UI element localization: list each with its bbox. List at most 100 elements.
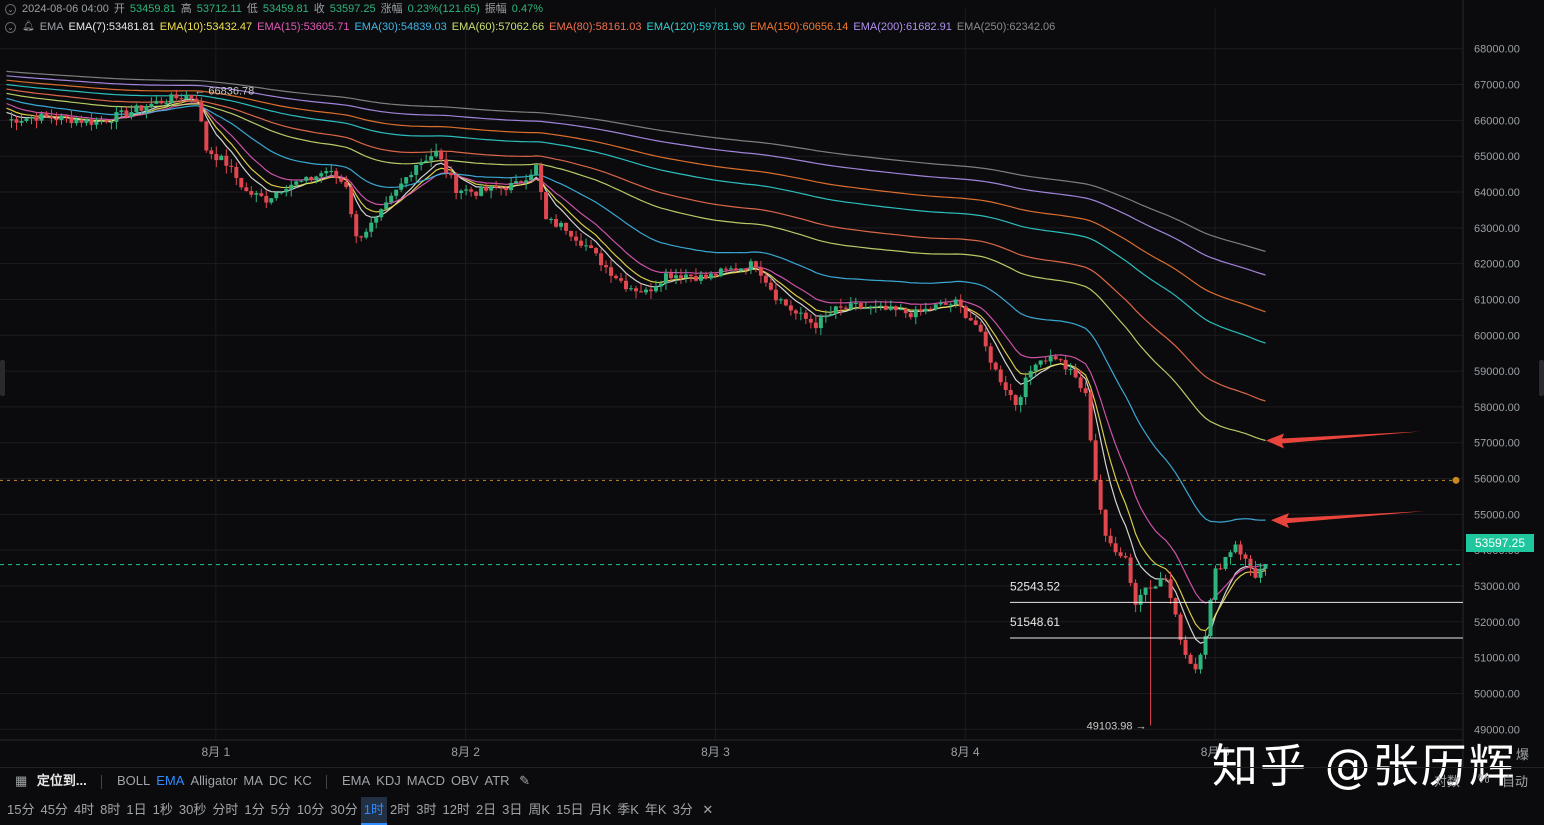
timeframe-button[interactable]: 3时 <box>413 797 439 823</box>
candle-body <box>963 306 968 318</box>
candle-body <box>643 289 648 293</box>
candle-body <box>59 115 64 120</box>
sub-indicator-button[interactable]: KDJ <box>373 768 404 794</box>
indicator-button[interactable]: EMA <box>153 768 187 794</box>
indicator-name[interactable]: EMA <box>40 18 64 36</box>
candle-body <box>1183 639 1188 655</box>
timeframe-button[interactable]: 10分 <box>294 797 327 823</box>
candle-body <box>828 313 833 316</box>
sub-indicator-button[interactable]: MACD <box>404 768 448 794</box>
candle-body <box>344 181 349 188</box>
candle-body <box>314 176 319 181</box>
candle-body <box>833 306 838 314</box>
y-tick-label: 53000.00 <box>1474 581 1520 593</box>
collapse-icon[interactable]: ⌄ <box>5 3 16 15</box>
timeframe-button[interactable]: 分时 <box>209 797 241 823</box>
candle-body <box>713 273 718 276</box>
log-scale-toggle[interactable]: 对数 <box>1434 771 1460 790</box>
timeframe-button[interactable]: 1秒 <box>150 797 176 823</box>
candle-body <box>688 274 693 277</box>
timeframe-button[interactable]: 2时 <box>387 797 413 823</box>
candle-body <box>379 209 384 218</box>
candle-body <box>678 275 683 279</box>
timeframe-button[interactable]: 15分 <box>4 797 37 823</box>
candle-body <box>249 191 254 195</box>
candle-body <box>1178 614 1183 640</box>
timeframe-button[interactable]: 3日 <box>499 797 525 823</box>
percent-scale-toggle[interactable]: % <box>1478 771 1490 786</box>
timeframe-button[interactable]: 15日 <box>553 797 586 823</box>
x-axis: 8月 1 8月 2 8月 3 8月 4 8月 5 <box>201 745 1229 759</box>
timeframe-button[interactable]: 1时 <box>360 797 387 825</box>
sub-indicator-button[interactable]: OBV <box>448 768 481 794</box>
indicator-button[interactable]: BOLL <box>114 768 153 794</box>
candle-body <box>1028 370 1033 378</box>
sub-indicator-button[interactable]: ATR <box>481 768 512 794</box>
timeframe-button[interactable]: 8时 <box>97 797 123 823</box>
candle-body <box>803 312 808 319</box>
candle-body <box>903 308 908 314</box>
ema-line <box>6 102 1266 604</box>
timeframe-button[interactable]: 45分 <box>37 797 70 823</box>
close-icon[interactable]: ✕ <box>699 797 716 823</box>
candle-body <box>1213 568 1218 600</box>
candle-body <box>663 273 668 284</box>
candle-body <box>169 94 174 104</box>
calendar-icon[interactable]: ▦ <box>12 768 30 794</box>
candle-body <box>993 362 998 370</box>
candle-body <box>499 187 504 189</box>
x-tick-label: 8月 3 <box>701 745 730 759</box>
separator <box>101 774 103 789</box>
right-edge-handle[interactable] <box>1539 360 1544 396</box>
candle-body <box>898 308 903 311</box>
candle-body <box>284 189 289 193</box>
alert-level-marker[interactable] <box>1452 476 1460 484</box>
timeframe-button[interactable]: 月K <box>587 797 615 823</box>
timeframe-button[interactable]: 周K <box>525 797 553 823</box>
candle-body <box>873 306 878 308</box>
timeframe-button[interactable]: 1分 <box>241 797 267 823</box>
collapse-icon[interactable]: ⌄ <box>5 21 16 33</box>
candle-body <box>424 160 429 162</box>
price-chart[interactable]: 52543.52 51548.61 ← 66836.78 49103.98 → 680… <box>0 0 1544 767</box>
pencil-icon[interactable]: ✎ <box>516 768 533 794</box>
auto-scale-toggle[interactable]: 自动 <box>1502 771 1528 790</box>
y-tick-label: 68000.00 <box>1474 44 1520 56</box>
right-top-partial[interactable]: 爆 <box>1516 744 1529 763</box>
indicator-button[interactable]: DC <box>266 768 291 794</box>
candle-body <box>439 150 444 160</box>
timeframe-button[interactable]: 2日 <box>473 797 499 823</box>
candle-body <box>978 324 983 332</box>
timeframe-button[interactable]: 30分 <box>327 797 360 823</box>
bell-icon[interactable]: 🔔︎ <box>22 18 35 36</box>
timeframe-button[interactable]: 年K <box>642 797 670 823</box>
candle-body <box>703 274 708 279</box>
candle-body <box>888 306 893 310</box>
candle-body <box>1063 359 1068 370</box>
candle-body <box>139 105 144 111</box>
left-edge-handle[interactable] <box>0 360 5 396</box>
timeframe-button[interactable]: 30秒 <box>176 797 209 823</box>
candle-body <box>104 120 109 123</box>
locate-button[interactable]: 定位到... <box>34 768 90 794</box>
candle-body <box>1173 598 1178 615</box>
timeframe-button[interactable]: 1日 <box>123 797 149 823</box>
sub-indicator-button[interactable]: EMA <box>339 768 373 794</box>
x-tick-label: 8月 1 <box>201 745 230 759</box>
candle-body <box>339 178 344 182</box>
open-label: 开 <box>113 3 125 15</box>
indicator-button[interactable]: KC <box>291 768 315 794</box>
candle-body <box>189 94 194 99</box>
candle-body <box>718 268 723 276</box>
indicator-button[interactable]: MA <box>240 768 266 794</box>
timeframe-button[interactable]: 5分 <box>268 797 294 823</box>
candle-body <box>94 121 99 125</box>
timeframe-button[interactable]: 12时 <box>439 797 472 823</box>
timeframe-button[interactable]: 4时 <box>71 797 97 823</box>
candle-body <box>1168 579 1173 599</box>
timeframe-button[interactable]: 季K <box>614 797 642 823</box>
timeframe-button[interactable]: 3分 <box>670 797 696 823</box>
candle-body <box>434 150 439 157</box>
candle-body <box>494 185 499 188</box>
indicator-button[interactable]: Alligator <box>187 768 240 794</box>
